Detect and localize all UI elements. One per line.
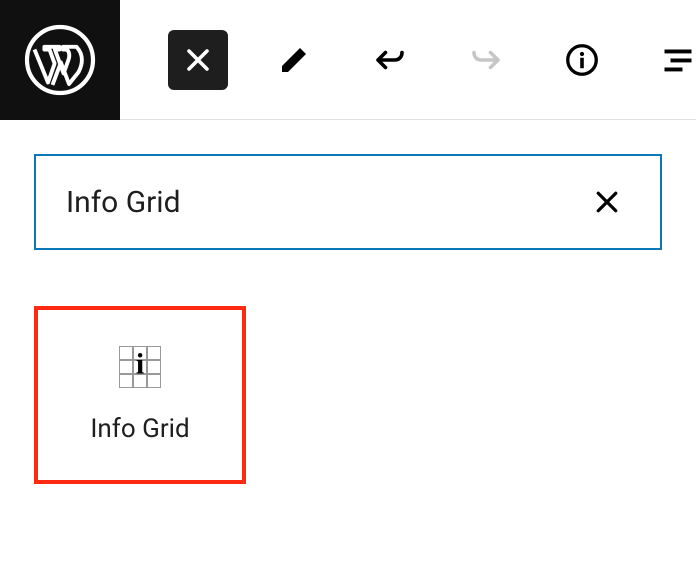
redo-button[interactable]	[456, 30, 516, 90]
block-result-info-grid[interactable]: i Info Grid	[34, 306, 246, 484]
info-button[interactable]	[552, 30, 612, 90]
info-grid-block-icon: i	[119, 346, 161, 388]
wordpress-logo-box[interactable]	[0, 0, 120, 120]
outline-button[interactable]	[648, 30, 696, 90]
block-search-box[interactable]	[34, 154, 662, 250]
clear-search-icon	[592, 187, 622, 217]
undo-icon	[372, 42, 408, 78]
undo-button[interactable]	[360, 30, 420, 90]
wordpress-logo-icon	[24, 24, 96, 96]
close-inserter-button[interactable]	[168, 30, 228, 90]
edit-icon	[276, 42, 312, 78]
clear-search-button[interactable]	[584, 179, 630, 225]
redo-icon	[468, 42, 504, 78]
edit-button[interactable]	[264, 30, 324, 90]
info-icon	[564, 42, 600, 78]
inserter-panel: i Info Grid	[0, 120, 696, 518]
editor-toolbar	[0, 0, 696, 120]
toolbar-buttons-group	[120, 30, 696, 90]
block-result-label: Info Grid	[90, 414, 189, 444]
outline-icon	[660, 42, 696, 78]
block-search-input[interactable]	[66, 185, 584, 220]
close-icon	[180, 42, 216, 78]
